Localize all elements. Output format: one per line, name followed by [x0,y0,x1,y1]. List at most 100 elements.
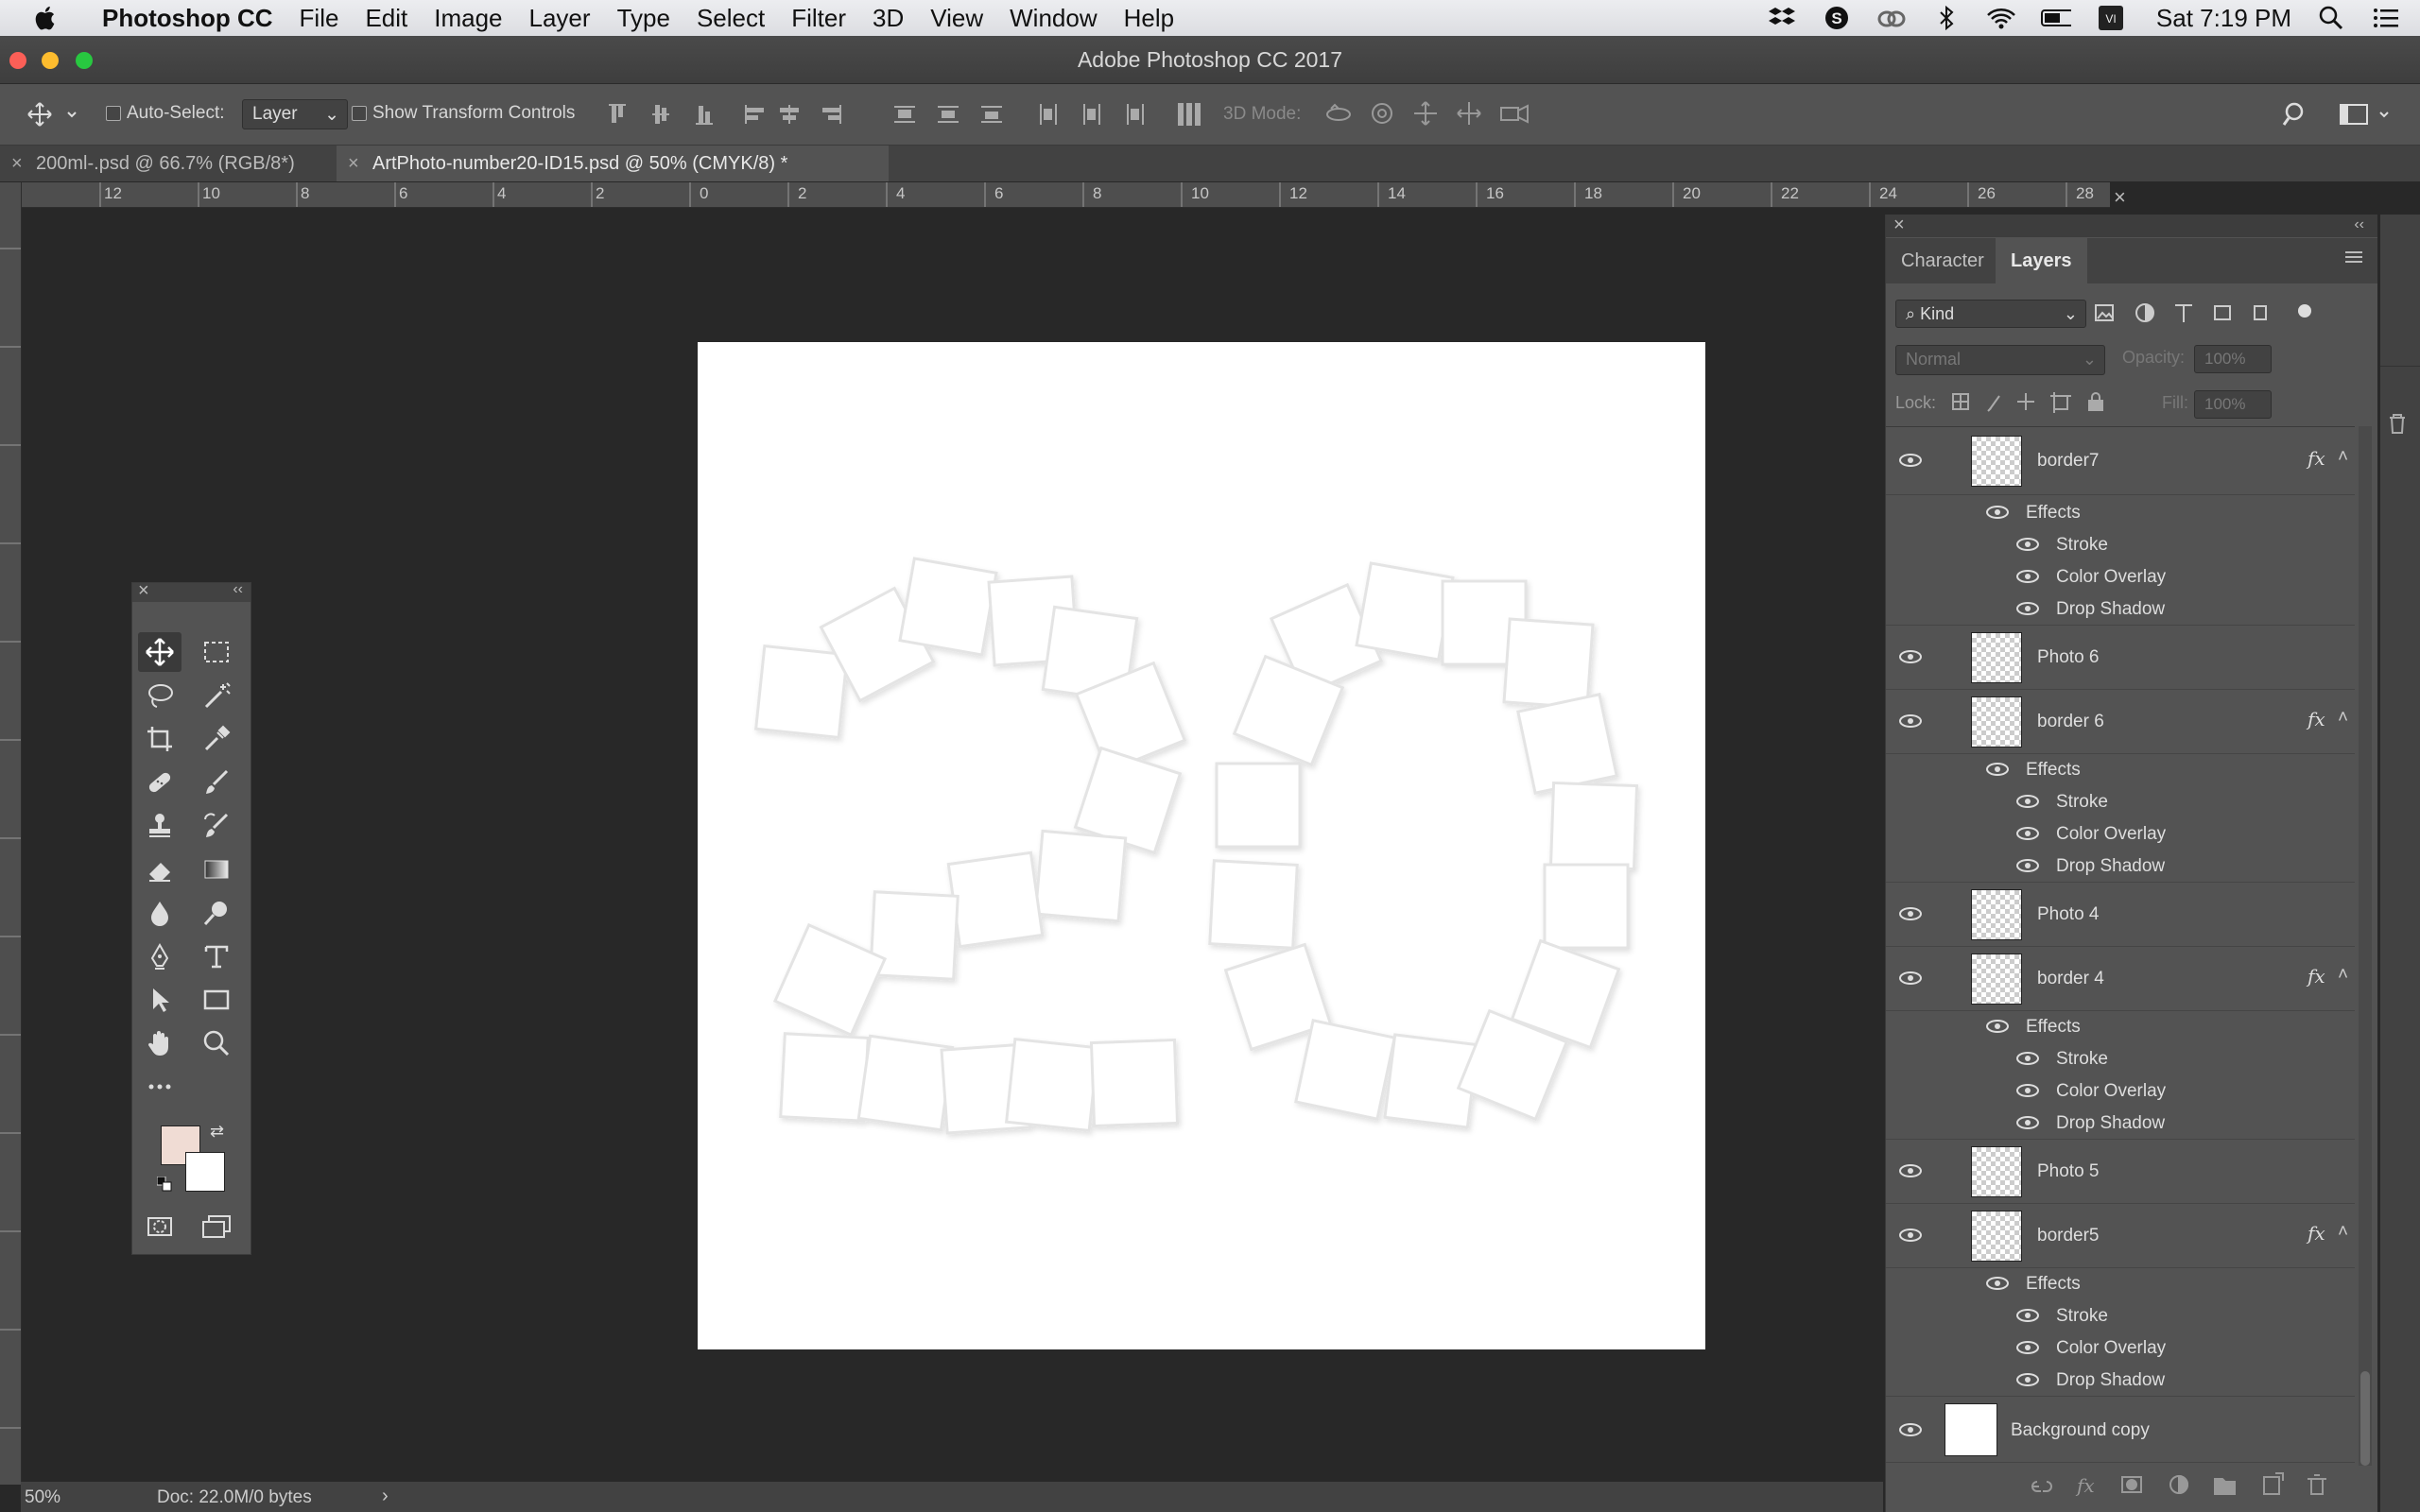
zoom-tool[interactable] [195,1023,238,1063]
close-icon[interactable]: × [138,580,149,602]
lasso-tool[interactable] [138,676,182,715]
distribute-spacing-icon[interactable] [1176,101,1202,128]
visibility-eye-icon[interactable] [2016,1372,2039,1387]
panel-header[interactable]: × ‹‹ [1886,215,2377,237]
path-selection-tool[interactable] [138,980,182,1020]
visibility-eye-icon[interactable] [2016,1115,2039,1130]
tab-character[interactable]: Character [1886,238,1999,284]
visibility-eye-icon[interactable] [1899,713,1922,729]
effect-row[interactable]: Drop Shadow [1886,850,2355,883]
visibility-eye-icon[interactable] [1899,906,1922,921]
pen-tool[interactable] [138,936,182,976]
search-icon[interactable] [2316,6,2346,30]
eraser-tool[interactable] [138,850,182,889]
visibility-eye-icon[interactable] [1986,762,2009,777]
fx-icon[interactable]: fx [2308,965,2325,988]
visibility-eye-icon[interactable] [2016,1083,2039,1098]
menu-3d[interactable]: 3D [859,4,917,33]
effect-row[interactable]: Stroke [1886,1299,2355,1332]
menu-window[interactable]: Window [996,4,1110,33]
blend-mode-dropdown[interactable]: Normal ⌄ [1895,345,2105,375]
document-tab-artphoto[interactable]: × ArtPhoto-number20-ID15.psd @ 50% (CMYK… [337,146,889,181]
effects-row[interactable]: Effects [1886,496,2355,528]
3d-mode-tools[interactable] [1323,99,1541,128]
type-tool[interactable] [195,936,238,976]
layer-filter-kind-dropdown[interactable]: ⌕ Kind ⌄ [1895,300,2086,328]
gradient-tool[interactable] [195,850,238,889]
menu-edit[interactable]: Edit [352,4,421,33]
layer-name[interactable]: Photo 4 [2037,904,2100,925]
fill-field[interactable]: 100% [2194,390,2272,419]
move-tool[interactable] [138,632,182,672]
input-source-icon[interactable]: VI [2096,6,2126,30]
document-tab-200ml[interactable]: × 200ml-.psd @ 66.7% (RGB/8*) [0,146,335,181]
menu-type[interactable]: Type [604,4,683,33]
lock-buttons[interactable] [1950,390,2120,415]
effect-row[interactable]: Drop Shadow [1886,1107,2355,1140]
layer-name[interactable]: border7 [2037,451,2100,472]
layer-name[interactable]: Background copy [2011,1420,2150,1441]
search-icon[interactable] [2282,101,2308,133]
layer-name[interactable]: border5 [2037,1226,2100,1246]
trash-icon[interactable] [2388,413,2407,438]
layer-row[interactable]: Photo 6 [1886,627,2355,690]
document-canvas[interactable] [698,342,1705,1349]
layer-name[interactable]: border 4 [2037,969,2104,989]
background-color-swatch[interactable] [185,1152,225,1192]
crop-tool[interactable] [138,719,182,759]
menu-view[interactable]: View [917,4,996,33]
chevron-up-icon[interactable]: ˄ [2338,1222,2348,1243]
layer-name[interactable]: Photo 5 [2037,1161,2100,1182]
visibility-eye-icon[interactable] [1899,1163,1922,1178]
layer-row[interactable]: border7 fx ˄ [1886,428,2355,495]
visibility-eye-icon[interactable] [2016,1340,2039,1355]
layer-row[interactable]: border 6 fx ˄ [1886,691,2355,754]
visibility-eye-icon[interactable] [1899,649,1922,664]
chevron-up-icon[interactable]: ˄ [2338,447,2348,468]
eyedropper-tool[interactable] [195,719,238,759]
menu-image[interactable]: Image [421,4,515,33]
panel-menu-icon[interactable] [2345,248,2366,272]
workspace-switcher-icon[interactable] [2339,101,2395,133]
auto-select-dropdown[interactable]: Layer ⌄ [242,99,348,129]
close-tab-icon[interactable]: × [348,146,359,181]
zoom-level[interactable]: 50% [25,1487,60,1508]
collapse-icon[interactable]: ‹‹ [233,581,243,598]
fx-icon[interactable]: fx [2308,1222,2325,1245]
visibility-eye-icon[interactable] [1986,1276,2009,1291]
chevron-up-icon[interactable]: ˄ [2338,708,2348,729]
collapsed-panel-dock[interactable] [2380,215,2420,1512]
visibility-eye-icon[interactable] [1986,505,2009,520]
opacity-field[interactable]: 100% [2194,345,2272,373]
skype-icon[interactable]: S [1822,6,1852,30]
layer-row[interactable]: border 4 fx ˄ [1886,948,2355,1011]
effect-row[interactable]: Stroke [1886,1042,2355,1074]
fx-icon[interactable]: fx [2308,708,2325,730]
tab-layers[interactable]: Layers [1996,238,2087,284]
menu-filter[interactable]: Filter [778,4,859,33]
visibility-eye-icon[interactable] [2016,601,2039,616]
effect-row[interactable]: Color Overlay [1886,1332,2355,1364]
apple-icon[interactable] [34,4,59,32]
healing-brush-tool[interactable] [138,763,182,802]
brush-tool[interactable] [195,763,238,802]
menu-help[interactable]: Help [1111,4,1187,33]
visibility-eye-icon[interactable] [1899,1422,1922,1437]
layer-row[interactable]: border5 fx ˄ [1886,1205,2355,1268]
menu-file[interactable]: File [286,4,353,33]
effect-row[interactable]: Drop Shadow [1886,593,2355,626]
effect-row[interactable]: Drop Shadow [1886,1364,2355,1397]
document-info[interactable]: Doc: 22.0M/0 bytes [157,1487,312,1508]
layer-name[interactable]: border 6 [2037,712,2104,732]
scrollbar-thumb[interactable] [2360,1371,2370,1466]
creative-cloud-icon[interactable] [1876,6,1907,30]
visibility-eye-icon[interactable] [2016,1308,2039,1323]
effect-row[interactable]: Stroke [1886,528,2355,560]
auto-select-checkbox[interactable]: Auto-Select: [106,103,225,124]
quick-mask-icon[interactable] [138,1207,182,1246]
collapse-icon[interactable]: ‹‹ [2354,216,2364,233]
notification-list-icon[interactable] [2371,6,2401,30]
visibility-eye-icon[interactable] [2016,537,2039,552]
chevron-right-icon[interactable]: › [382,1486,389,1507]
dropbox-icon[interactable] [1767,6,1797,30]
